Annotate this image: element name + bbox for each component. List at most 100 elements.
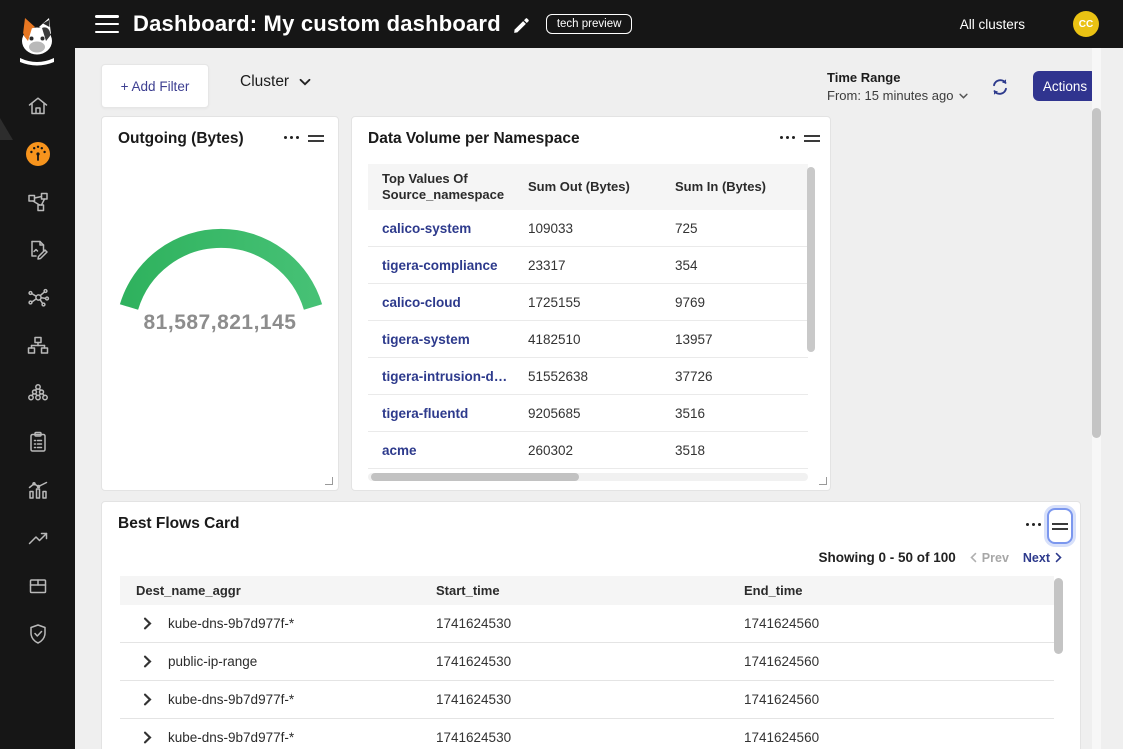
drag-handle-icon xyxy=(308,135,324,137)
time-range-dropdown[interactable]: From: 15 minutes ago xyxy=(827,88,968,103)
expand-row-button[interactable] xyxy=(142,693,153,706)
vertical-scrollbar xyxy=(1054,578,1063,749)
card-drag-handle-selected[interactable] xyxy=(1047,508,1073,544)
expand-row-button[interactable] xyxy=(142,655,153,668)
start-time: 1741624530 xyxy=(420,692,728,707)
table-row: calico-cloud 1725155 9769 xyxy=(368,284,808,321)
molecule-cluster-icon xyxy=(26,382,50,406)
user-avatar[interactable]: CC xyxy=(1073,11,1099,37)
package-box-icon xyxy=(26,574,50,598)
end-time: 1741624560 xyxy=(728,616,1054,631)
table-row: tigera-system 4182510 13957 xyxy=(368,321,808,358)
card-title: Best Flows Card xyxy=(118,515,239,533)
column-header: Dest_name_aggr xyxy=(120,583,420,598)
kebab-icon xyxy=(1026,523,1029,526)
card-drag-handle[interactable] xyxy=(800,131,824,146)
table-header-row: Top Values Of Source_namespace Sum Out (… xyxy=(368,164,808,210)
card-menu-button[interactable] xyxy=(776,132,799,143)
calico-cat-logo-icon[interactable] xyxy=(14,14,60,66)
dest-name: kube-dns-9b7d977f-* xyxy=(168,616,294,631)
next-page-button[interactable]: Next xyxy=(1023,551,1062,565)
sidebar-item-network-topology[interactable] xyxy=(0,322,75,370)
namespace-link[interactable]: tigera-compliance xyxy=(368,258,528,273)
sum-in-value: 3516 xyxy=(675,406,808,421)
card-resize-grip[interactable] xyxy=(325,477,333,485)
prev-page-button[interactable]: Prev xyxy=(970,551,1009,565)
expand-row-button[interactable] xyxy=(142,731,153,744)
best-flows-card: Best Flows Card Showing 0 - 50 of 100 Pr… xyxy=(101,501,1081,749)
namespace-link[interactable]: tigera-fluentd xyxy=(368,406,528,421)
card-menu-button[interactable] xyxy=(1022,519,1045,530)
gauge-value: 81,587,821,145 xyxy=(102,311,338,335)
app-root: Dashboard: My custom dashboard tech prev… xyxy=(0,0,1123,749)
column-header: Top Values Of Source_namespace xyxy=(368,171,528,204)
kebab-icon xyxy=(780,136,783,139)
column-header: Start_time xyxy=(420,583,728,598)
namespace-link[interactable]: calico-system xyxy=(368,221,528,236)
all-clusters-selector[interactable]: All clusters xyxy=(960,17,1025,32)
column-header: Sum Out (Bytes) xyxy=(528,179,675,195)
namespace-link[interactable]: tigera-system xyxy=(368,332,528,347)
pagination: Showing 0 - 50 of 100 Prev Next xyxy=(819,550,1062,565)
sidebar-item-policies[interactable] xyxy=(0,226,75,274)
dest-name: kube-dns-9b7d977f-* xyxy=(168,730,294,745)
actions-button[interactable]: Actions xyxy=(1033,71,1097,101)
chevron-right-icon xyxy=(142,693,153,706)
sidebar-item-trends[interactable] xyxy=(0,514,75,562)
menu-toggle-button[interactable] xyxy=(95,15,119,33)
tech-preview-badge: tech preview xyxy=(546,14,633,34)
table-row: acme 260302 3518 xyxy=(368,432,808,469)
scrollbar-thumb[interactable] xyxy=(1054,578,1063,654)
card-resize-grip[interactable] xyxy=(819,477,827,485)
start-time: 1741624530 xyxy=(420,654,728,669)
sidebar-item-service-graph[interactable] xyxy=(0,178,75,226)
scrollbar-thumb[interactable] xyxy=(371,473,579,481)
pencil-icon xyxy=(513,15,532,34)
sidebar-item-compliance-reports[interactable] xyxy=(0,418,75,466)
table-row: calico-system 109033 725 xyxy=(368,210,808,247)
column-header: End_time xyxy=(728,583,1054,598)
page-title: Dashboard: My custom dashboard xyxy=(133,11,501,37)
chevron-down-icon xyxy=(959,93,968,99)
card-menu-button[interactable] xyxy=(280,132,303,143)
hierarchy-tree-icon xyxy=(26,334,50,358)
sidebar-item-threat-defense[interactable] xyxy=(0,610,75,658)
chevron-right-icon xyxy=(142,617,153,630)
namespace-link[interactable]: tigera-intrusion-d… xyxy=(368,369,528,384)
table-row: tigera-intrusion-d… 51552638 37726 xyxy=(368,358,808,395)
sidebar-item-statistics[interactable] xyxy=(0,466,75,514)
sidebar-item-clusters[interactable] xyxy=(0,370,75,418)
sidebar-item-packages[interactable] xyxy=(0,562,75,610)
sum-out-value: 1725155 xyxy=(528,295,675,310)
time-range-label: Time Range xyxy=(827,70,968,85)
refresh-button[interactable] xyxy=(989,76,1011,98)
namespace-table: Top Values Of Source_namespace Sum Out (… xyxy=(368,164,808,469)
drag-handle-icon xyxy=(804,135,820,137)
sum-out-value: 109033 xyxy=(528,221,675,236)
sum-out-value: 9205685 xyxy=(528,406,675,421)
sum-in-value: 37726 xyxy=(675,369,808,384)
card-title: Data Volume per Namespace xyxy=(368,130,580,148)
sidebar-item-flow-visualizer[interactable] xyxy=(0,274,75,322)
outgoing-bytes-card: Outgoing (Bytes) 81,587,821 xyxy=(101,116,339,491)
namespace-link[interactable]: acme xyxy=(368,443,528,458)
namespace-link[interactable]: calico-cloud xyxy=(368,295,528,310)
scrollbar-thumb[interactable] xyxy=(807,167,815,352)
sidebar-item-dashboards[interactable] xyxy=(0,130,75,178)
scrollbar-thumb[interactable] xyxy=(1092,108,1101,438)
gauge-dashboard-icon xyxy=(25,141,51,167)
data-volume-card: Data Volume per Namespace Top Values Of … xyxy=(351,116,831,491)
expand-row-button[interactable] xyxy=(142,617,153,630)
sidebar-item-home[interactable] xyxy=(0,82,75,130)
kebab-icon xyxy=(284,136,287,139)
card-drag-handle[interactable] xyxy=(304,131,328,146)
end-time: 1741624560 xyxy=(728,692,1054,707)
share-network-icon xyxy=(26,286,50,310)
cluster-filter-dropdown[interactable]: Cluster xyxy=(240,73,311,91)
page-scrollbar xyxy=(1092,48,1101,749)
gauge-arc xyxy=(129,238,313,307)
add-filter-button[interactable]: + Add Filter xyxy=(101,64,209,108)
edit-dashboard-button[interactable] xyxy=(513,15,532,34)
cluster-filter-label: Cluster xyxy=(240,73,289,91)
table-row: kube-dns-9b7d977f-* 1741624530 174162456… xyxy=(120,681,1054,719)
